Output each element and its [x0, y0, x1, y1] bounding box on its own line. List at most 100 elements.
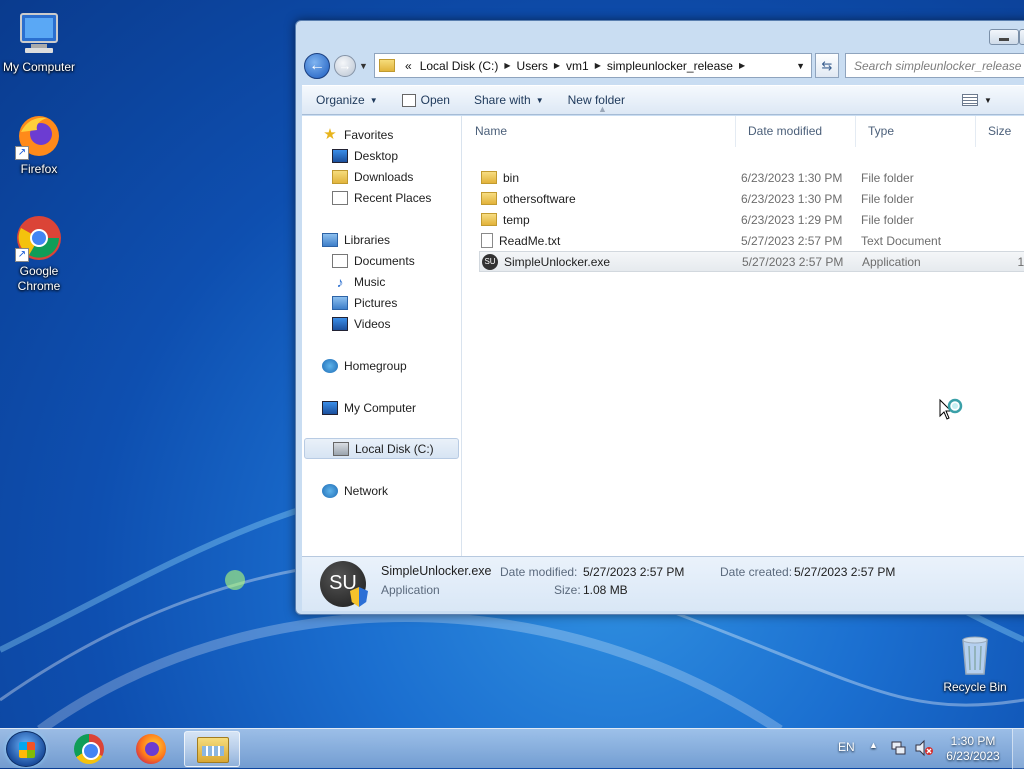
nav-item-pictures[interactable]: Pictures — [332, 292, 397, 313]
search-input[interactable]: Search simpleunlocker_release — [845, 53, 1024, 78]
back-button[interactable]: ← — [304, 53, 330, 79]
file-size: 1,11 — [1017, 254, 1024, 269]
nav-item-local-disk[interactable]: Local Disk (C:) — [304, 438, 459, 459]
breadcrumb-overflow[interactable]: « — [405, 59, 412, 73]
nav-item-videos[interactable]: Videos — [332, 313, 390, 334]
file-date: 5/27/2023 2:57 PM — [741, 233, 843, 248]
details-size: 1.08 MB — [583, 583, 628, 597]
column-header-date-modified[interactable]: Date modified — [736, 116, 856, 147]
nav-item-network[interactable]: Network — [322, 480, 388, 501]
maximize-button[interactable] — [1019, 29, 1024, 45]
details-filename: SimpleUnlocker.exe — [381, 564, 492, 578]
breadcrumb-arrow-icon[interactable]: ▶ — [554, 61, 560, 70]
details-date-created-label: Date created: — [720, 565, 793, 579]
nav-label: Network — [344, 483, 389, 498]
nav-item-desktop[interactable]: Desktop — [332, 145, 398, 166]
minimize-button[interactable] — [989, 29, 1019, 45]
desktop-icon-label: Google Chrome — [17, 264, 61, 293]
folder-icon — [481, 171, 497, 184]
share-with-button[interactable]: Share with ▼ — [462, 93, 556, 107]
desktop-icon-chrome[interactable]: ↗ Google Chrome — [1, 214, 77, 294]
navigation-pane: ★ Favorites Desktop Downloads Recent Pla… — [302, 116, 462, 576]
address-bar[interactable]: « Local Disk (C:) ▶ Users ▶ vm1 ▶ simple… — [374, 53, 812, 78]
pictures-icon — [332, 295, 348, 310]
hard-drive-icon — [333, 441, 349, 456]
volume-muted-icon[interactable] — [914, 739, 934, 760]
nav-label: Favorites — [344, 127, 394, 142]
nav-item-recent-places[interactable]: Recent Places — [332, 187, 431, 208]
firefox-icon — [136, 734, 166, 764]
breadcrumb-vm1[interactable]: vm1 — [566, 59, 589, 73]
file-row-bin[interactable]: bin 6/23/2023 1:30 PM File folder — [479, 167, 1024, 188]
desktop-icon-recycle-bin[interactable]: Recycle Bin — [937, 630, 1013, 695]
open-icon — [401, 93, 416, 107]
desktop-icon-firefox[interactable]: ↗ Firefox — [1, 112, 77, 177]
organize-button[interactable]: Organize ▼ — [302, 93, 390, 107]
desktop-icon-my-computer[interactable]: My Computer — [1, 10, 77, 75]
view-options: ▼ — [962, 94, 992, 106]
title-bar[interactable] — [296, 21, 1024, 53]
windows-explorer-icon — [197, 737, 229, 763]
details-pane: SU SimpleUnlocker.exe Application Date m… — [302, 556, 1024, 611]
nav-item-downloads[interactable]: Downloads — [332, 166, 413, 187]
file-name: ReadMe.txt — [499, 233, 561, 248]
new-folder-button[interactable]: New folder — [556, 93, 637, 107]
explorer-window[interactable]: ← → ▼ « Local Disk (C:) ▶ Users ▶ vm1 ▶ … — [295, 20, 1024, 615]
file-date: 6/23/2023 1:29 PM — [741, 212, 843, 227]
details-size-label: Size: — [554, 583, 581, 597]
file-row-readme[interactable]: ReadMe.txt 5/27/2023 2:57 PM Text Docume… — [479, 230, 1024, 251]
file-row-simpleunlocker[interactable]: SU SimpleUnlocker.exe 5/27/2023 2:57 PM A… — [479, 251, 1024, 272]
system-clock[interactable]: 1:30 PM 6/23/2023 — [938, 734, 1008, 764]
text-file-icon — [481, 233, 493, 248]
open-button[interactable]: Open — [390, 93, 462, 107]
documents-icon — [332, 253, 348, 268]
refresh-button[interactable]: ⇆ — [815, 53, 839, 78]
nav-item-libraries[interactable]: Libraries — [322, 229, 390, 250]
clock-date: 6/23/2023 — [946, 749, 1000, 763]
file-row-temp[interactable]: temp 6/23/2023 1:29 PM File folder — [479, 209, 1024, 230]
network-tray-icon[interactable] — [890, 739, 908, 760]
recent-pages-dropdown[interactable]: ▼ — [359, 61, 368, 71]
network-icon — [322, 483, 338, 498]
desktop-icon — [332, 148, 348, 163]
music-note-icon: ♪ — [336, 273, 344, 290]
column-header-type[interactable]: Type — [856, 116, 976, 147]
shortcut-arrow-icon: ↗ — [15, 146, 29, 160]
desktop-icon-label: My Computer — [2, 60, 76, 74]
file-date: 5/27/2023 2:57 PM — [742, 254, 844, 269]
column-header-name[interactable]: Name — [463, 116, 736, 147]
nav-item-favorites[interactable]: ★ Favorites — [322, 124, 393, 145]
file-row-othersoftware[interactable]: othersoftware 6/23/2023 1:30 PM File fol… — [479, 188, 1024, 209]
breadcrumb-local-disk[interactable]: Local Disk (C:) — [420, 59, 499, 73]
forward-button[interactable]: → — [334, 55, 356, 77]
busy-cursor-icon — [939, 398, 963, 420]
sort-ascending-icon: ▲ — [598, 104, 607, 114]
nav-item-music[interactable]: ♪ Music — [332, 271, 386, 292]
change-view-icon[interactable] — [962, 94, 978, 106]
nav-item-homegroup[interactable]: Homegroup — [322, 355, 407, 376]
start-button[interactable] — [6, 731, 46, 767]
show-hidden-icons-arrow-icon[interactable]: ▲ — [869, 740, 878, 750]
nav-item-my-computer[interactable]: My Computer — [322, 397, 416, 418]
firefox-icon: ↗ — [15, 112, 63, 160]
language-indicator[interactable]: EN — [838, 740, 855, 754]
column-header-size[interactable]: Size — [976, 116, 1024, 147]
nav-item-documents[interactable]: Documents — [332, 250, 415, 271]
nav-label: Documents — [354, 253, 415, 268]
file-name: SimpleUnlocker.exe — [504, 254, 611, 269]
breadcrumb-simpleunlocker-release[interactable]: simpleunlocker_release — [607, 59, 733, 73]
show-desktop-button[interactable] — [1012, 729, 1024, 769]
chevron-down-icon[interactable]: ▼ — [984, 96, 992, 105]
file-list: ▲ Name Date modified Type Size bin 6/23/… — [463, 104, 1024, 576]
breadcrumb-arrow-icon[interactable]: ▶ — [504, 61, 510, 70]
breadcrumb-users[interactable]: Users — [517, 59, 548, 73]
taskbar-chrome-button[interactable] — [60, 731, 116, 767]
taskbar-explorer-button[interactable] — [184, 731, 240, 767]
breadcrumb-arrow-icon[interactable]: ▶ — [595, 61, 601, 70]
share-with-label: Share with — [473, 93, 531, 107]
address-history-dropdown-icon[interactable]: ▼ — [796, 61, 805, 71]
taskbar-firefox-button[interactable] — [124, 731, 180, 767]
taskbar: EN ▲ 1:30 PM 6/23/2023 — [0, 728, 1024, 769]
recycle-bin-icon — [951, 630, 999, 678]
breadcrumb-arrow-icon[interactable]: ▶ — [739, 61, 745, 70]
